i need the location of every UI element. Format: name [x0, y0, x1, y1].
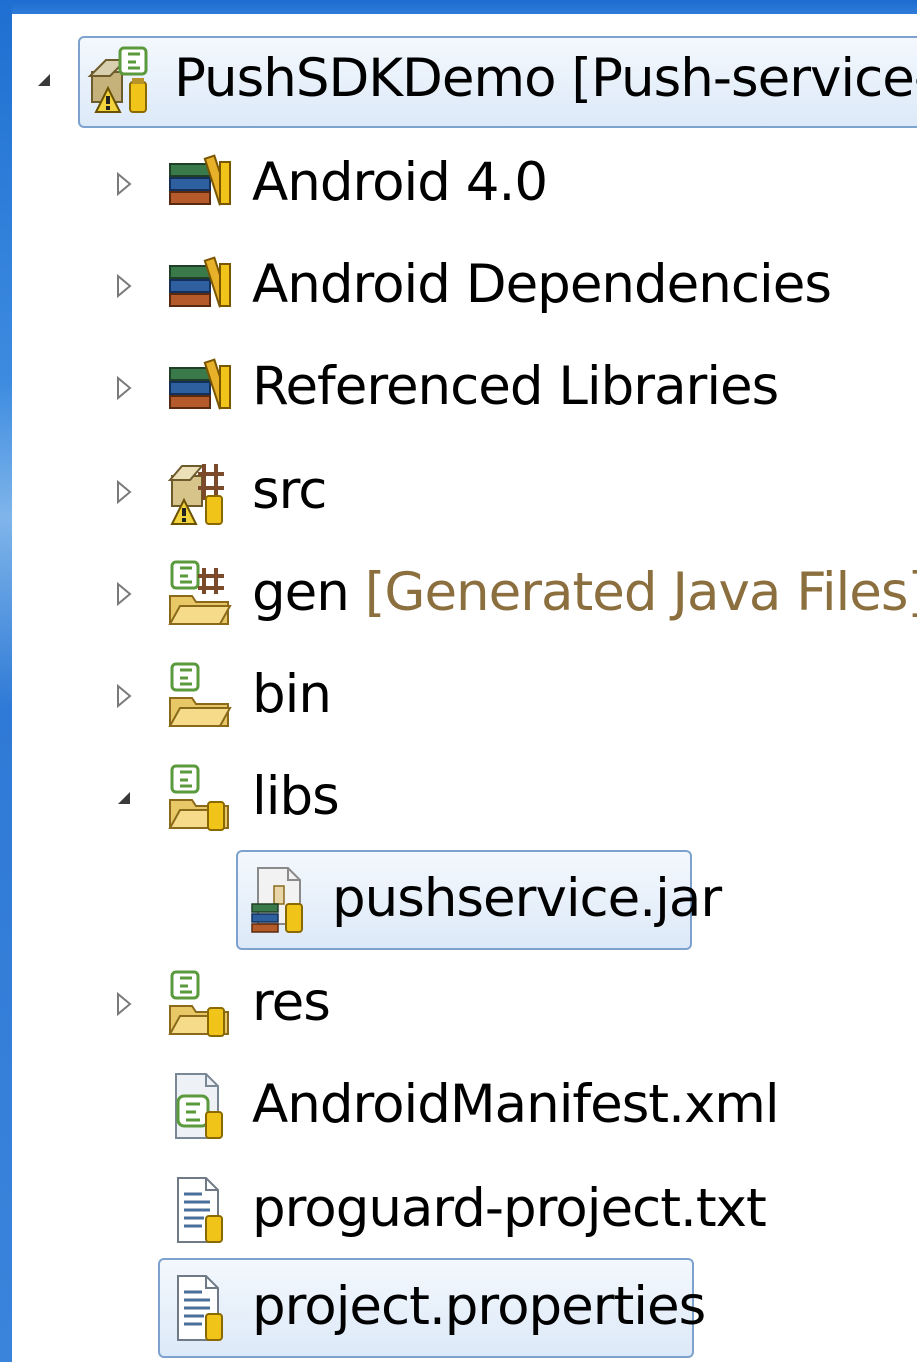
project-label: PushSDKDemo [Push-service-d: [174, 48, 917, 109]
partially-hidden-row-icon: [90, 14, 170, 20]
jar-file-icon: [251, 867, 303, 933]
collapse-arrow-icon[interactable]: [112, 786, 136, 810]
expand-arrow-icon[interactable]: [112, 172, 136, 196]
library-stack-icon: [169, 358, 231, 410]
collapse-arrow-icon[interactable]: [32, 68, 56, 92]
library-stack-icon: [169, 256, 231, 308]
tree-item-label: proguard-project.txt: [252, 1178, 767, 1239]
expand-arrow-icon[interactable]: [112, 480, 136, 504]
xml-file-icon: [175, 1073, 223, 1139]
tree-item-label: res: [252, 972, 331, 1033]
text-file-icon: [177, 1177, 223, 1243]
source-package-icon: [167, 464, 224, 525]
tree-item-res[interactable]: res: [12, 958, 917, 1050]
tree-item-pushservice-jar[interactable]: pushservice.jar: [12, 852, 917, 944]
tree-item-libs[interactable]: libs: [12, 752, 917, 844]
tree-item-label: AndroidManifest.xml: [252, 1074, 780, 1135]
generated-folder-icon: [168, 560, 232, 625]
tree-item-label: pushservice.jar: [332, 868, 722, 929]
library-stack-icon: [169, 154, 231, 206]
tree-item-android-dependencies[interactable]: Android Dependencies: [12, 240, 917, 332]
window-top-edge: [0, 0, 917, 14]
window-left-edge: [0, 0, 12, 1362]
folder-icon: [168, 662, 232, 727]
tree-item-label: bin: [252, 664, 332, 725]
gen-decoration: [Generated Java Files]: [364, 562, 917, 623]
tree-item-referenced-libraries[interactable]: Referenced Libraries: [12, 342, 917, 434]
tree-item-label: gen [Generated Java Files]: [252, 558, 917, 628]
tree-item-src[interactable]: src: [12, 446, 917, 538]
tree-item-label: Android 4.0: [252, 152, 548, 213]
expand-arrow-icon[interactable]: [112, 376, 136, 400]
tree-item-label: src: [252, 460, 327, 521]
tree-item-project-properties[interactable]: project.properties: [12, 1262, 917, 1354]
folder-icon: [168, 764, 229, 831]
expand-arrow-icon[interactable]: [112, 274, 136, 298]
tree-item-bin[interactable]: bin: [12, 650, 917, 742]
tree-item-label: project.properties: [252, 1276, 706, 1337]
expand-arrow-icon[interactable]: [112, 684, 136, 708]
package-explorer-tree[interactable]: PushSDKDemo [Push-service-d Android 4.0 …: [12, 14, 917, 1362]
tree-item-label: Referenced Libraries: [252, 356, 779, 417]
tree-item-android-manifest[interactable]: AndroidManifest.xml: [12, 1060, 917, 1152]
tree-item-label: Android Dependencies: [252, 254, 832, 315]
expand-arrow-icon[interactable]: [112, 582, 136, 606]
tree-item-label: libs: [252, 766, 340, 827]
android-project-icon: [87, 46, 148, 113]
tree-item-proguard-project[interactable]: proguard-project.txt: [12, 1164, 917, 1256]
expand-arrow-icon[interactable]: [112, 992, 136, 1016]
folder-icon: [168, 970, 229, 1037]
tree-item-android-4-0[interactable]: Android 4.0: [12, 138, 917, 230]
tree-item-gen[interactable]: gen [Generated Java Files]: [12, 548, 917, 640]
text-file-icon: [177, 1275, 223, 1341]
tree-item-project[interactable]: PushSDKDemo [Push-service-d: [12, 34, 917, 126]
gen-label: gen: [252, 562, 350, 623]
